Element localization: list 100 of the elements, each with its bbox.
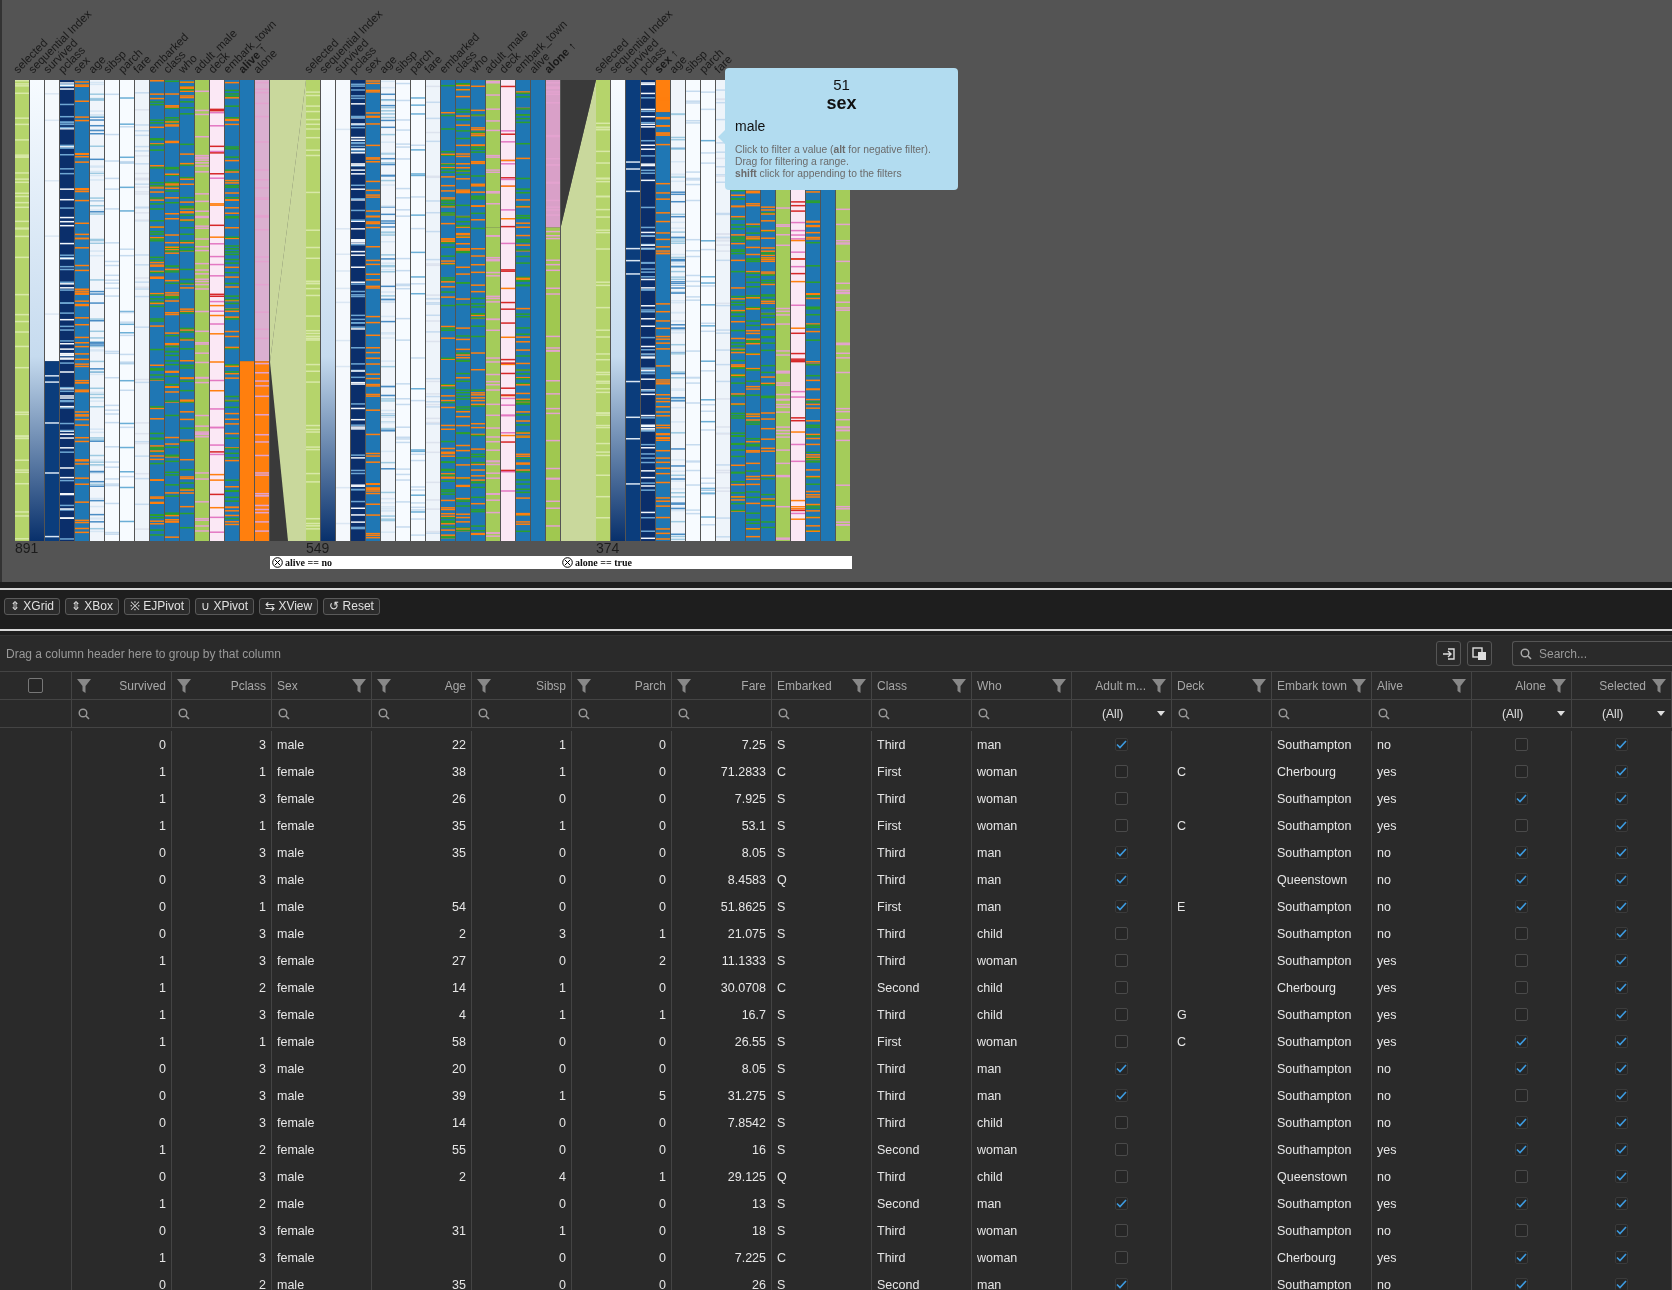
column-chooser-button[interactable]: [1467, 641, 1492, 666]
column-header[interactable]: Sex: [277, 678, 348, 693]
checkbox[interactable]: [1115, 954, 1128, 967]
toolbar-button[interactable]: ↺ Reset: [323, 598, 380, 615]
checkbox[interactable]: [1515, 819, 1528, 832]
column-header[interactable]: Deck: [1177, 678, 1248, 693]
column-header[interactable]: Selected: [1599, 678, 1646, 693]
checkbox[interactable]: [1615, 792, 1628, 805]
checkbox[interactable]: [1615, 1116, 1628, 1129]
checkbox[interactable]: [1115, 981, 1128, 994]
column-header[interactable]: Adult m...: [1095, 678, 1146, 693]
filter-icon[interactable]: [677, 678, 691, 693]
search-field[interactable]: Search...: [1512, 641, 1672, 666]
filter-icon[interactable]: [77, 678, 91, 693]
search-icon[interactable]: [1278, 707, 1290, 720]
toolbar-button[interactable]: ⇕ XBox: [65, 598, 120, 615]
search-icon[interactable]: [678, 707, 690, 720]
search-icon[interactable]: [878, 707, 890, 720]
filter-icon[interactable]: [1452, 678, 1466, 693]
checkbox[interactable]: [1615, 927, 1628, 940]
filter-icon[interactable]: [1552, 678, 1566, 693]
checkbox[interactable]: [1515, 1278, 1528, 1290]
checkbox[interactable]: [1115, 1251, 1128, 1264]
export-button[interactable]: [1436, 641, 1461, 666]
heatmap-drawing[interactable]: [15, 80, 269, 541]
checkbox[interactable]: [1115, 873, 1128, 886]
checkbox[interactable]: [1515, 927, 1528, 940]
column-header[interactable]: Parch: [634, 678, 666, 693]
checkbox[interactable]: [1115, 1008, 1128, 1021]
checkbox[interactable]: [1115, 1224, 1128, 1237]
checkbox[interactable]: [1615, 1062, 1628, 1075]
search-icon[interactable]: [278, 707, 290, 720]
search-icon[interactable]: [478, 707, 490, 720]
search-icon[interactable]: [1178, 707, 1190, 720]
checkbox[interactable]: [1515, 1008, 1528, 1021]
filter-icon[interactable]: [1052, 678, 1066, 693]
checkbox[interactable]: [1615, 1035, 1628, 1048]
heatmap-drawing[interactable]: [306, 80, 560, 541]
checkbox[interactable]: [1115, 1089, 1128, 1102]
search-icon[interactable]: [978, 707, 990, 720]
checkbox[interactable]: [1515, 873, 1528, 886]
checkbox[interactable]: [1515, 981, 1528, 994]
checkbox[interactable]: [1115, 846, 1128, 859]
checkbox[interactable]: [1615, 1089, 1628, 1102]
toolbar-button[interactable]: ※ EJPivot: [124, 598, 191, 615]
checkbox[interactable]: [1515, 1224, 1528, 1237]
checkbox[interactable]: [1515, 1251, 1528, 1264]
checkbox[interactable]: [1615, 1170, 1628, 1183]
checkbox[interactable]: [1615, 819, 1628, 832]
toolbar-button[interactable]: ⇆ XView: [259, 598, 319, 615]
checkbox[interactable]: [1515, 1170, 1528, 1183]
checkbox[interactable]: [1115, 927, 1128, 940]
column-header[interactable]: Embark town: [1277, 678, 1348, 693]
checkbox[interactable]: [1615, 981, 1628, 994]
checkbox[interactable]: [1115, 1170, 1128, 1183]
checkbox[interactable]: [1515, 846, 1528, 859]
checkbox[interactable]: [1615, 900, 1628, 913]
checkbox[interactable]: [1615, 1197, 1628, 1210]
checkbox[interactable]: [1115, 792, 1128, 805]
search-icon[interactable]: [578, 707, 590, 720]
checkbox[interactable]: [1115, 1143, 1128, 1156]
filter-icon[interactable]: [377, 678, 391, 693]
column-header[interactable]: Who: [977, 678, 1048, 693]
filter-icon[interactable]: [1152, 678, 1166, 693]
checkbox[interactable]: [1615, 1224, 1628, 1237]
checkbox[interactable]: [1615, 846, 1628, 859]
search-icon[interactable]: [78, 707, 90, 720]
checkbox[interactable]: [1115, 1035, 1128, 1048]
search-icon[interactable]: [778, 707, 790, 720]
checkbox[interactable]: [1115, 1278, 1128, 1290]
checkbox[interactable]: [1115, 1116, 1128, 1129]
filter-icon[interactable]: [477, 678, 491, 693]
checkbox[interactable]: [1615, 954, 1628, 967]
checkbox[interactable]: [1115, 1062, 1128, 1075]
filter-icon[interactable]: [852, 678, 866, 693]
toolbar-button[interactable]: ⇕ XGrid: [4, 598, 60, 615]
checkbox[interactable]: [1615, 1143, 1628, 1156]
select-all-checkbox[interactable]: [28, 678, 43, 693]
column-header[interactable]: Pclass: [230, 678, 266, 693]
checkbox[interactable]: [1515, 765, 1528, 778]
filter-dropdown[interactable]: (All): [1078, 706, 1165, 721]
checkbox[interactable]: [1615, 765, 1628, 778]
column-header[interactable]: Survived: [119, 678, 166, 693]
checkbox[interactable]: [1115, 765, 1128, 778]
filter-icon[interactable]: [577, 678, 591, 693]
checkbox[interactable]: [1515, 1089, 1528, 1102]
filter-icon[interactable]: [952, 678, 966, 693]
filter-icon[interactable]: [1352, 678, 1366, 693]
column-header[interactable]: Embarked: [777, 678, 848, 693]
search-icon[interactable]: [178, 707, 190, 720]
checkbox[interactable]: [1615, 1251, 1628, 1264]
checkbox[interactable]: [1515, 792, 1528, 805]
checkbox[interactable]: [1515, 1062, 1528, 1075]
checkbox[interactable]: [1615, 1278, 1628, 1290]
checkbox[interactable]: [1515, 900, 1528, 913]
search-icon[interactable]: [378, 707, 390, 720]
checkbox[interactable]: [1515, 1143, 1528, 1156]
column-header[interactable]: Alive: [1377, 678, 1448, 693]
checkbox[interactable]: [1515, 738, 1528, 751]
filter-dropdown[interactable]: (All): [1478, 706, 1565, 721]
